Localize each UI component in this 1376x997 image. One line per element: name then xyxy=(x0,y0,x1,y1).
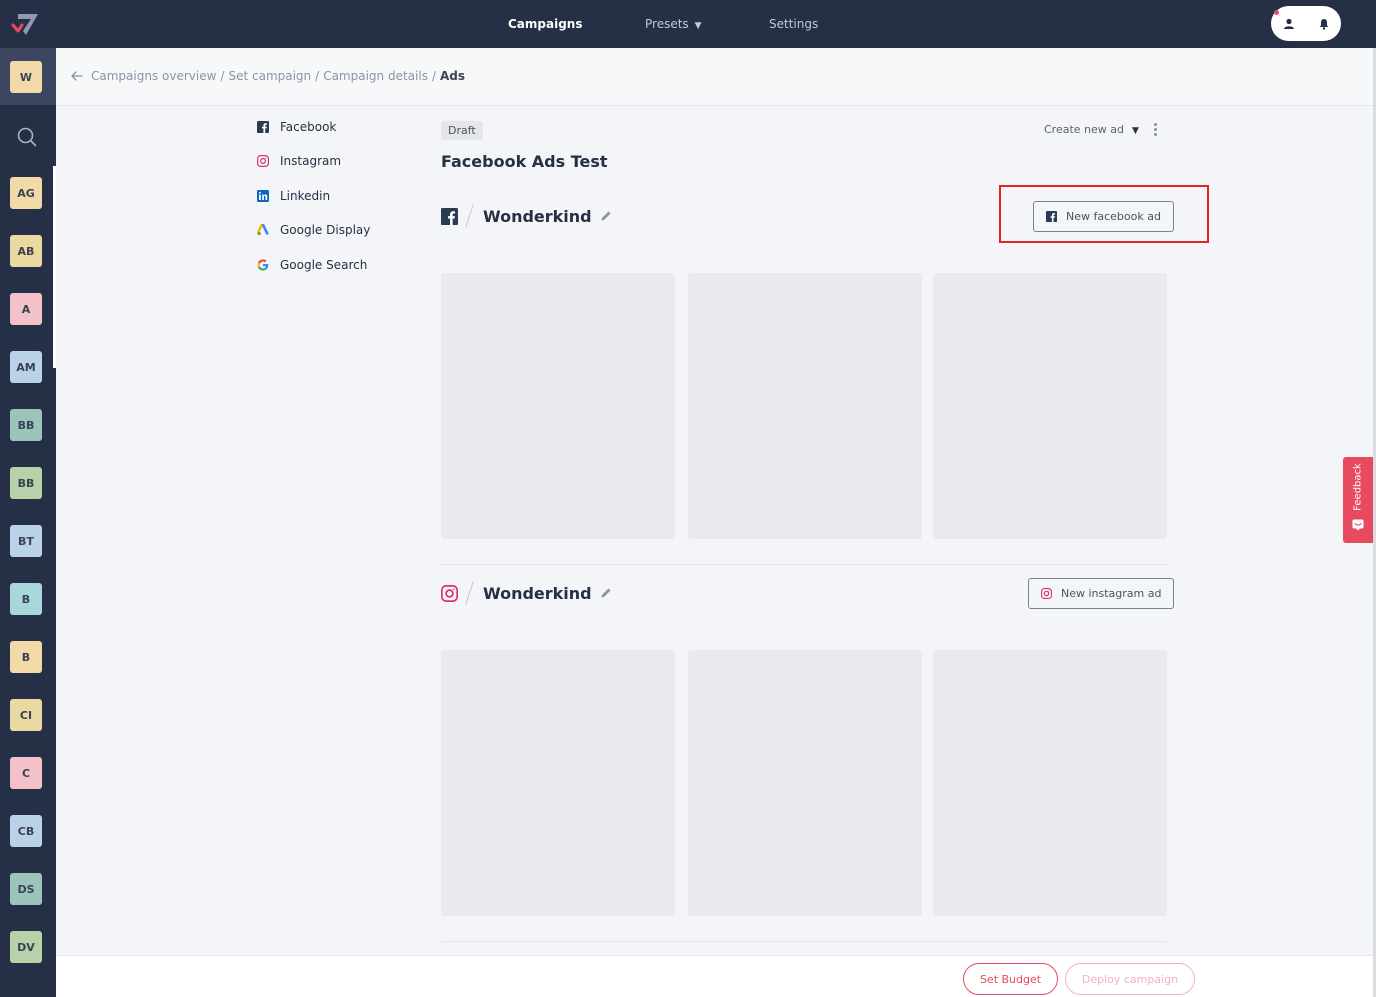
ad-placeholder-card xyxy=(933,650,1167,916)
topnav-presets-label: Presets xyxy=(645,17,689,31)
search-icon[interactable] xyxy=(16,126,38,148)
chevron-down-icon: ▼ xyxy=(1132,126,1139,136)
channel-instagram[interactable]: Instagram xyxy=(257,152,341,170)
instagram-icon xyxy=(257,155,269,167)
profile-button[interactable] xyxy=(1271,6,1306,41)
breadcrumb-bar: Campaigns overview / Set campaign / Campaign… xyxy=(56,48,1373,106)
workspace-avatar[interactable]: BB xyxy=(10,409,42,441)
user-actions xyxy=(1271,6,1341,41)
channel-label: Instagram xyxy=(280,154,342,168)
breadcrumb: Campaigns overview / Set campaign / Campaign… xyxy=(91,69,465,83)
google-ads-icon xyxy=(257,224,269,236)
workspace-avatar[interactable]: W xyxy=(10,61,42,93)
back-arrow-icon[interactable] xyxy=(70,69,84,83)
notifications-button[interactable] xyxy=(1306,6,1341,41)
workspace-avatar[interactable]: AG xyxy=(10,177,42,209)
workspace-rail: W AG AB A AM BB BB BT B B CI C CB DS DV xyxy=(0,48,56,997)
channel-label: Google Display xyxy=(280,223,371,237)
workspace-avatar[interactable]: B xyxy=(10,583,42,615)
account-name: Wonderkind xyxy=(483,206,592,226)
highlight-annotation xyxy=(999,185,1209,243)
topnav-campaigns[interactable]: Campaigns xyxy=(508,0,582,48)
bell-icon xyxy=(1319,18,1328,30)
workspace-avatar[interactable]: CI xyxy=(10,699,42,731)
workspace-avatar[interactable]: DV xyxy=(10,931,42,963)
channel-google-display[interactable]: Google Display xyxy=(257,221,370,239)
linkedin-icon xyxy=(257,190,269,202)
pencil-icon[interactable] xyxy=(600,587,612,599)
google-icon xyxy=(257,259,269,271)
set-budget-button[interactable]: Set Budget xyxy=(963,963,1058,995)
divider-slash xyxy=(465,581,474,605)
ad-placeholder-card xyxy=(933,273,1167,539)
breadcrumb-separator: / xyxy=(220,69,225,83)
topnav-presets[interactable]: Presets ▼ xyxy=(645,0,702,48)
breadcrumb-campaigns-overview[interactable]: Campaigns overview xyxy=(91,69,216,83)
chevron-down-icon: ▼ xyxy=(694,21,702,31)
button-label: New instagram ad xyxy=(1061,587,1162,600)
app-logo-icon[interactable] xyxy=(10,11,40,37)
user-icon xyxy=(1283,18,1294,29)
page-title: Facebook Ads Test xyxy=(441,152,608,171)
breadcrumb-current: Ads xyxy=(440,69,466,83)
workspace-avatar[interactable]: BT xyxy=(10,525,42,557)
workspace-avatar[interactable]: AB xyxy=(10,235,42,267)
create-new-ad-label: Create new ad xyxy=(1044,123,1125,136)
create-new-ad-dropdown[interactable]: Create new ad ▼ xyxy=(1044,121,1139,139)
topnav-settings[interactable]: Settings xyxy=(769,0,818,48)
workspace-avatar[interactable]: DS xyxy=(10,873,42,905)
divider-slash xyxy=(465,204,474,228)
top-navbar: Campaigns Presets ▼ Settings xyxy=(0,0,1376,48)
breadcrumb-campaign-details[interactable]: Campaign details xyxy=(323,69,428,83)
channel-google-search[interactable]: Google Search xyxy=(257,256,367,274)
channel-linkedin[interactable]: Linkedin xyxy=(257,187,330,205)
instagram-icon xyxy=(1041,588,1052,599)
rail-scrollbar[interactable] xyxy=(53,166,56,368)
ad-placeholder-card xyxy=(441,650,675,916)
breadcrumb-separator: / xyxy=(431,69,436,83)
status-badge: Draft xyxy=(441,121,483,140)
more-options-icon[interactable] xyxy=(1150,122,1160,138)
workspace-avatar[interactable]: A xyxy=(10,293,42,325)
channel-facebook[interactable]: Facebook xyxy=(257,118,336,136)
deploy-campaign-button[interactable]: Deploy campaign xyxy=(1065,963,1195,995)
channel-label: Google Search xyxy=(280,258,368,272)
new-instagram-ad-button[interactable]: New instagram ad xyxy=(1028,578,1175,609)
ad-placeholder-card xyxy=(688,650,922,916)
section-divider xyxy=(441,564,1167,565)
feedback-tab[interactable]: Feedback xyxy=(1343,457,1373,543)
ad-placeholder-card xyxy=(441,273,675,539)
workspace-avatar[interactable]: B xyxy=(10,641,42,673)
section-divider xyxy=(441,941,1167,942)
facebook-icon xyxy=(441,207,458,225)
workspace-avatar[interactable]: AM xyxy=(10,351,42,383)
ad-placeholder-card xyxy=(688,273,922,539)
workspace-avatar[interactable]: BB xyxy=(10,467,42,499)
channel-label: Facebook xyxy=(280,120,337,134)
feedback-label: Feedback xyxy=(1352,463,1364,511)
channel-label: Linkedin xyxy=(280,189,331,203)
pencil-icon[interactable] xyxy=(600,210,612,222)
breadcrumb-separator: / xyxy=(315,69,320,83)
facebook-section-header: Wonderkind xyxy=(441,202,612,230)
facebook-icon xyxy=(257,121,269,133)
workspace-avatar[interactable]: CB xyxy=(10,815,42,847)
instagram-section-header: Wonderkind xyxy=(441,579,612,607)
account-name: Wonderkind xyxy=(483,583,592,603)
chat-icon xyxy=(1352,519,1364,531)
instagram-icon xyxy=(441,584,458,602)
workspace-avatar[interactable]: C xyxy=(10,757,42,789)
breadcrumb-set-campaign[interactable]: Set campaign xyxy=(228,69,311,83)
